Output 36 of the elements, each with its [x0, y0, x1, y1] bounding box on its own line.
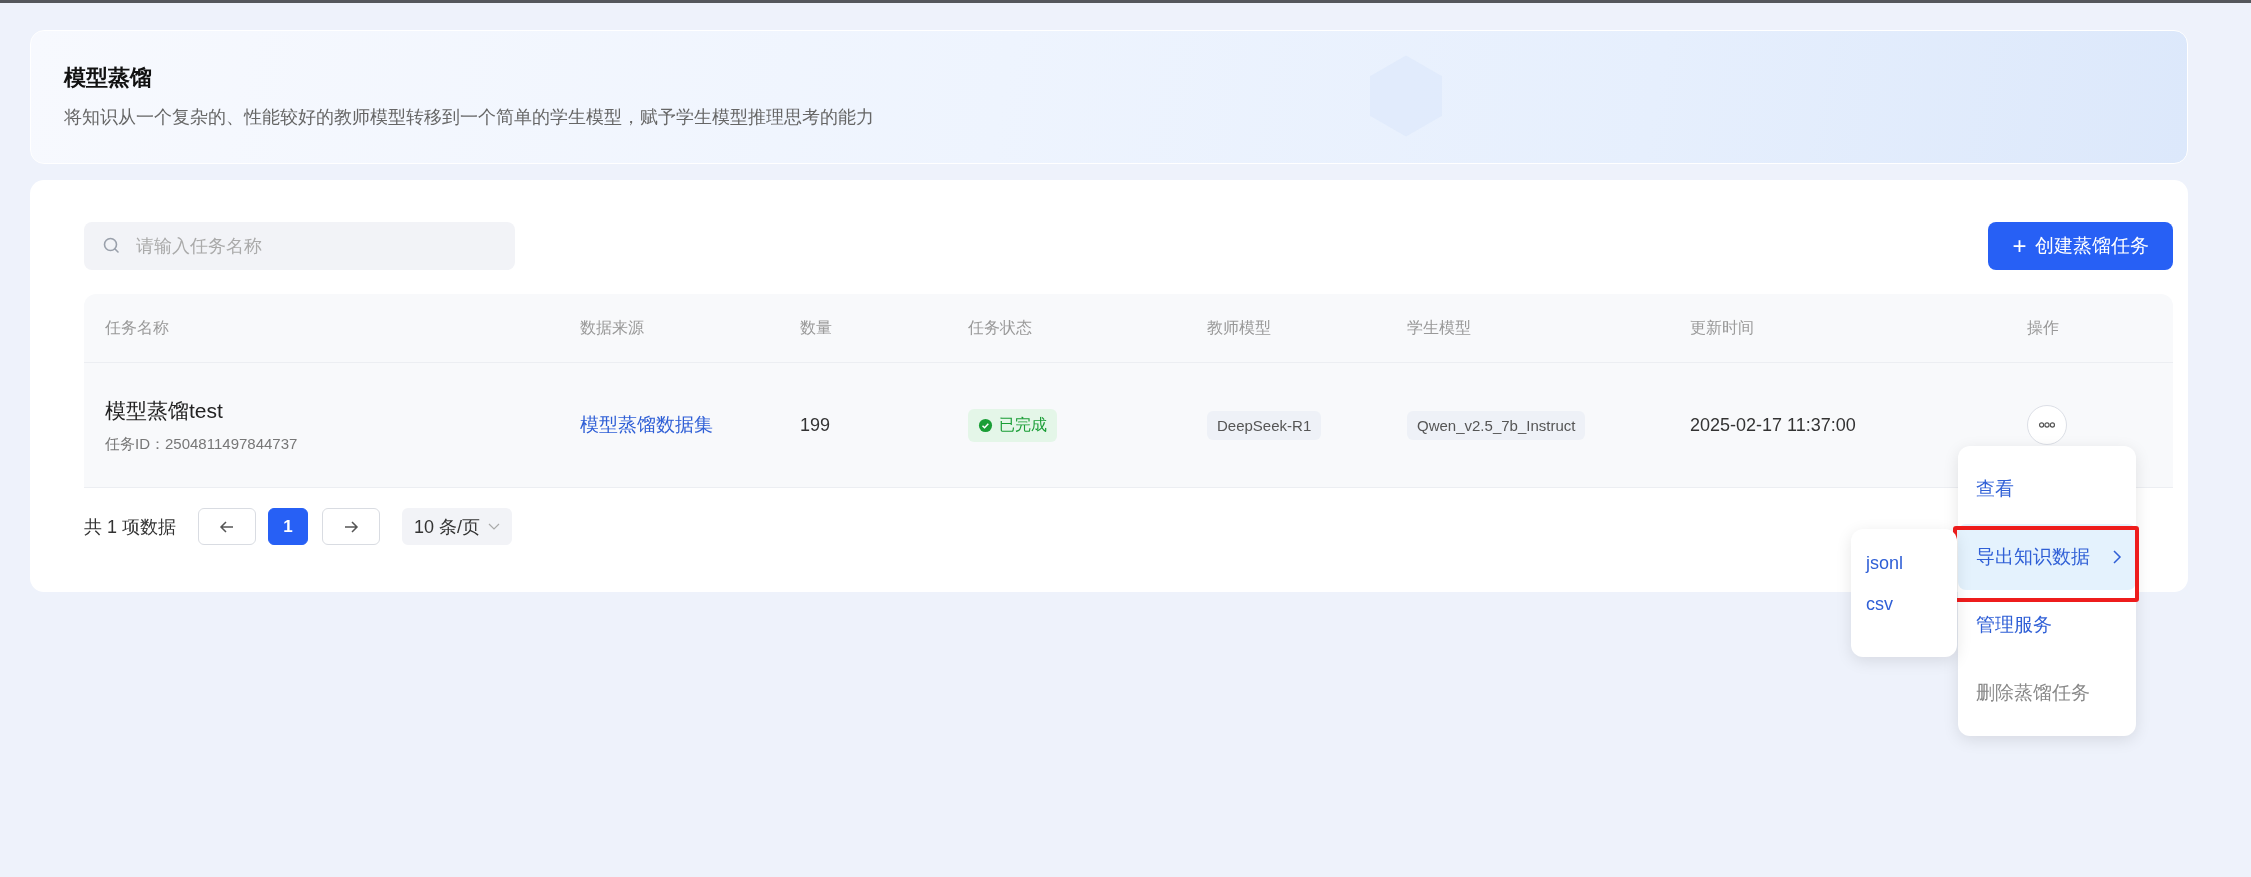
column-header: 数量 — [800, 317, 833, 338]
search-field[interactable]: 请输入任务名称 — [84, 222, 515, 270]
menu-item[interactable]: 管理服务 — [1958, 592, 2136, 658]
more-button[interactable] — [2027, 405, 2067, 445]
column-header: 数据来源 — [580, 317, 645, 338]
more-icon — [2038, 421, 2056, 429]
column-header: 操作 — [2027, 317, 2060, 338]
table-cell: 2025-02-17 11:37:00 — [1690, 414, 1856, 435]
previous-page-button[interactable] — [198, 508, 256, 545]
column-header: 教师模型 — [1207, 317, 1272, 338]
search-icon — [102, 236, 122, 256]
page-button[interactable]: 1 — [268, 508, 308, 545]
page-title: 模型蒸馏 — [64, 64, 153, 92]
menu-item[interactable]: csv — [1866, 590, 1893, 619]
task-id: 任务ID：2504811497844737 — [105, 434, 298, 454]
column-header: 更新时间 — [1690, 317, 1755, 338]
chevron-right-icon — [2112, 549, 2122, 565]
chevron-down-icon — [488, 522, 501, 531]
page-size-dropdown[interactable]: 10 条/页 — [402, 508, 513, 545]
task-name: 模型蒸馏test — [105, 397, 223, 424]
column-header: 任务名称 — [105, 317, 170, 338]
column-header: 学生模型 — [1407, 317, 1472, 338]
menu-item[interactable]: 导出知识数据 — [1958, 524, 2136, 590]
menu-item[interactable]: jsonl — [1866, 549, 1904, 578]
status-tag: 已完成 — [968, 408, 1057, 442]
check-circle-icon — [978, 417, 993, 433]
total-count: 共 1 项数据 — [84, 515, 176, 539]
data-source-link[interactable]: 模型蒸馏数据集 — [580, 414, 713, 435]
column-header: 任务状态 — [968, 317, 1033, 338]
next-page-button[interactable] — [322, 508, 380, 545]
page-subtitle: 将知识从一个复杂的、性能较好的教师模型转移到一个简单的学生模型，赋予学生模型推理思考的能力 — [64, 106, 875, 129]
menu-item[interactable]: 查看 — [1958, 456, 2136, 522]
create-task-button[interactable]: + 创建蒸馏任务 — [1988, 222, 2173, 270]
model-tag: DeepSeek-R1 — [1207, 410, 1322, 440]
table-cell: 199 — [800, 414, 831, 435]
model-tag: Qwen_v2.5_7b_Instruct — [1407, 410, 1586, 440]
